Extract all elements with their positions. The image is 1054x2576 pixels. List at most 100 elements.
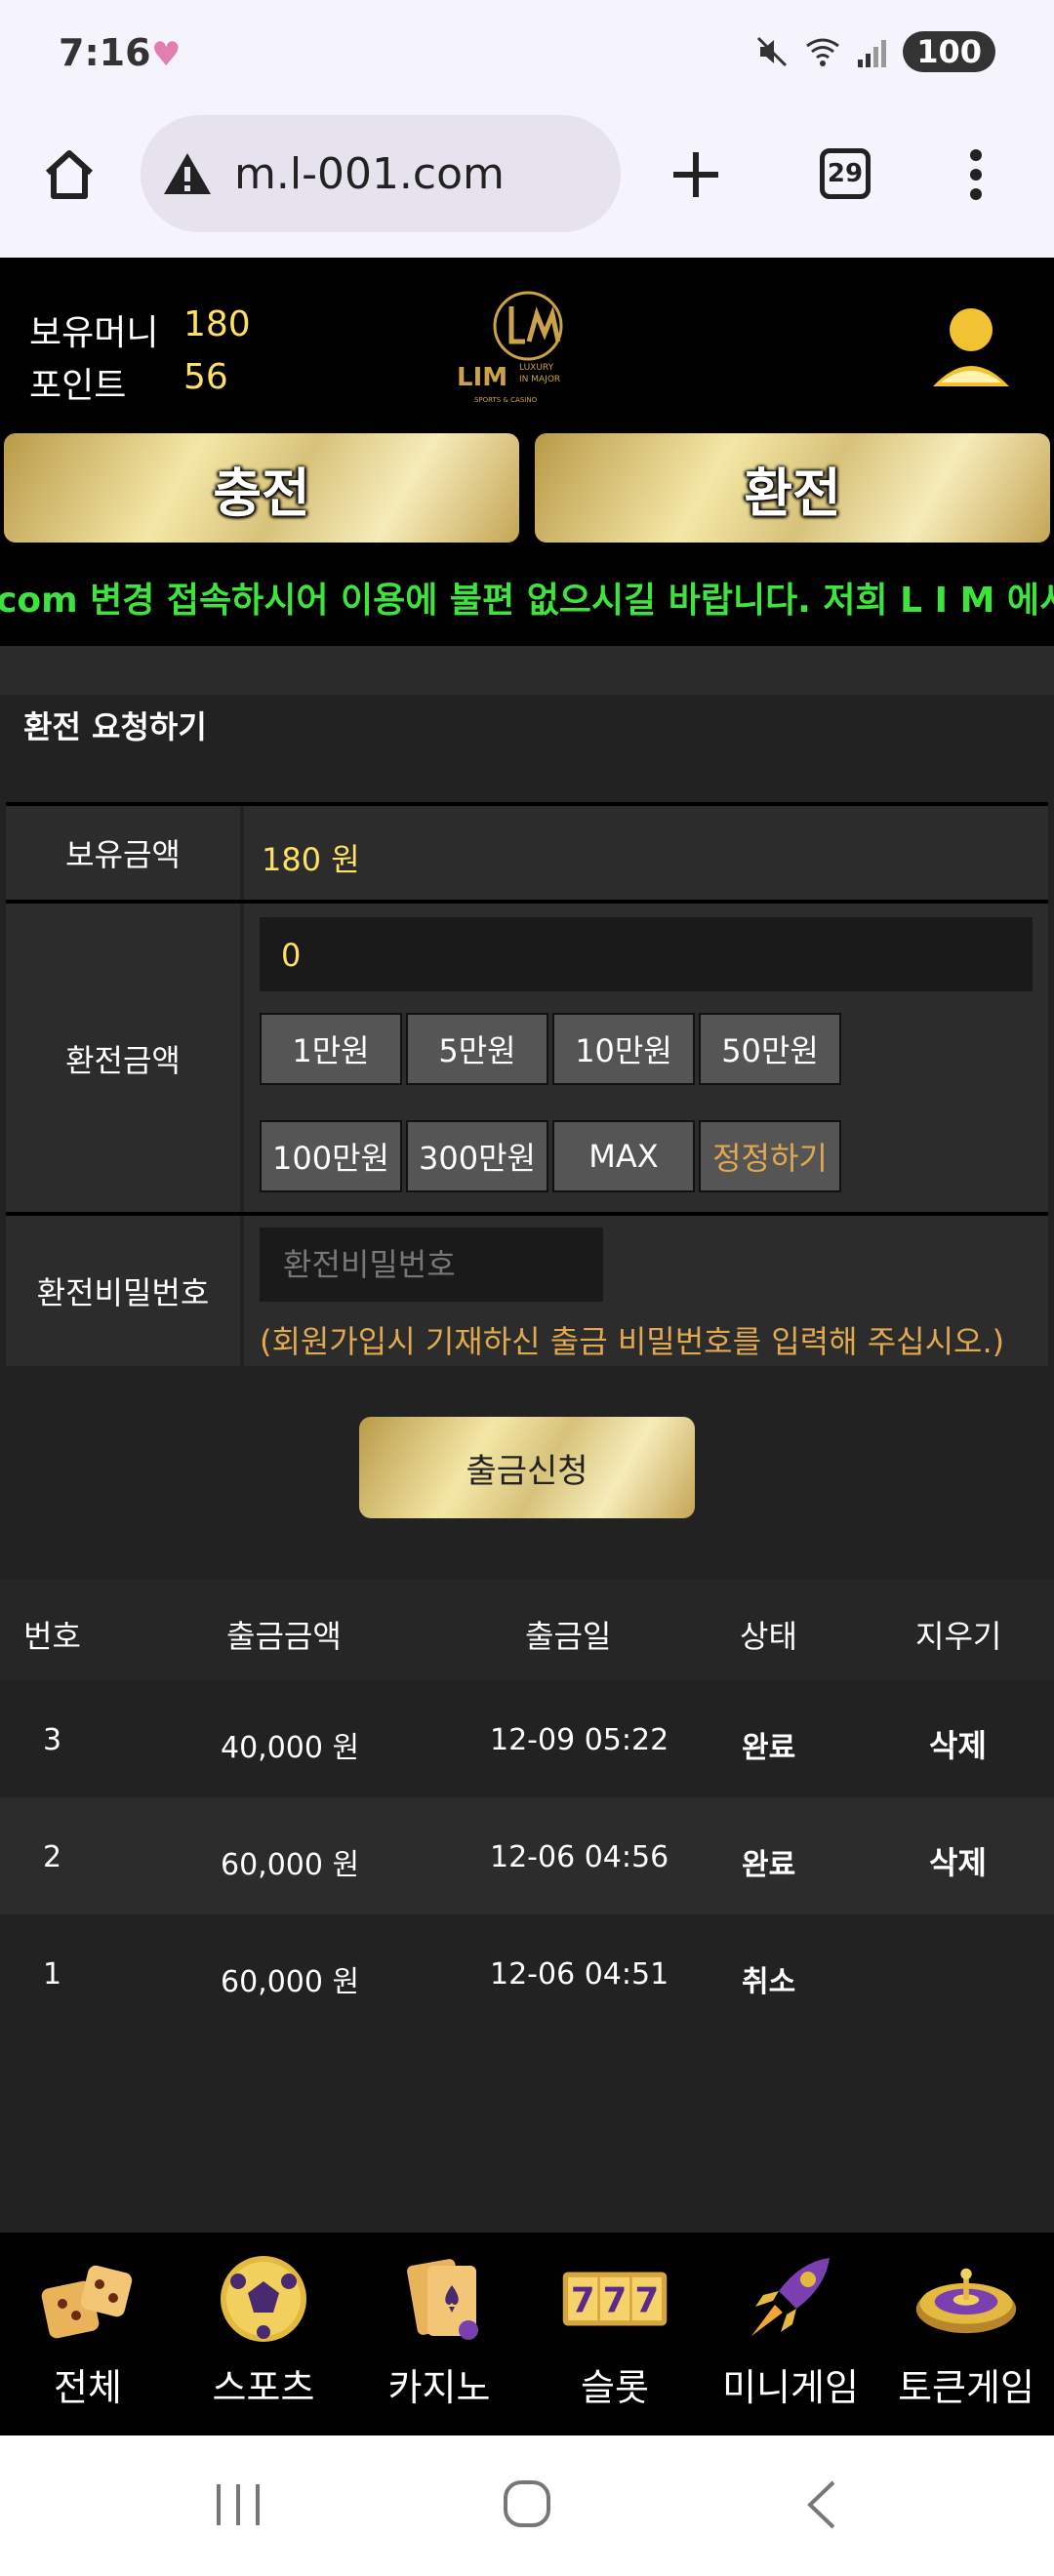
nav-item-all[interactable]: 전체 bbox=[0, 2233, 176, 2435]
table-row: 3 40,000 원 12-09 05:22 완료 삭제 bbox=[0, 1680, 1054, 1797]
withdraw-button[interactable]: 환전 bbox=[535, 433, 1050, 543]
nav-item-minigame[interactable]: 미니게임 bbox=[703, 2233, 878, 2435]
header-date: 출금일 bbox=[525, 1618, 612, 1655]
nav-item-slot[interactable]: 777 슬롯 bbox=[527, 2233, 703, 2435]
deposit-label: 충전 bbox=[213, 462, 310, 524]
delete-button[interactable]: 삭제 bbox=[929, 1838, 987, 1883]
action-bar: 충전 환전 bbox=[0, 429, 1054, 552]
amount-100k-button[interactable]: 10만원 bbox=[552, 1013, 695, 1085]
header-amount: 출금금액 bbox=[226, 1618, 342, 1655]
status-bar: 7:16 ♥ 100 bbox=[0, 0, 1054, 115]
row-date: 12-06 04:51 bbox=[490, 1957, 669, 1992]
row-date: 12-06 04:56 bbox=[490, 1840, 669, 1874]
nav-label-all: 전체 bbox=[54, 2366, 122, 2409]
delete-button[interactable]: 삭제 bbox=[929, 1721, 987, 1766]
rocket-icon bbox=[737, 2250, 844, 2348]
user-icon[interactable] bbox=[927, 302, 1015, 394]
withdraw-label: 환전 bbox=[744, 462, 841, 524]
balance-value: 180 원 bbox=[262, 841, 360, 878]
roulette-icon bbox=[912, 2250, 1020, 2348]
amount-50k-button[interactable]: 5만원 bbox=[406, 1013, 548, 1085]
row-no: 1 bbox=[43, 1957, 62, 1992]
row-status: 완료 bbox=[742, 1731, 796, 1765]
row-no: 2 bbox=[43, 1840, 62, 1874]
row-amount: 60,000 원 bbox=[221, 1965, 360, 1999]
svg-text:7: 7 bbox=[603, 2280, 628, 2320]
warning-icon[interactable] bbox=[162, 150, 213, 197]
amount-max-button[interactable]: MAX bbox=[552, 1120, 695, 1192]
deposit-button[interactable]: 충전 bbox=[4, 433, 519, 543]
battery-indicator: 100 bbox=[903, 31, 995, 72]
divider bbox=[0, 646, 1054, 695]
tab-count[interactable]: 29 bbox=[820, 148, 871, 199]
slot-777-icon: 777 bbox=[561, 2250, 669, 2348]
reset-amount-button[interactable]: 정정하기 bbox=[699, 1120, 841, 1192]
home-icon[interactable] bbox=[37, 142, 101, 207]
row-no: 3 bbox=[43, 1723, 62, 1757]
submit-label: 출금신청 bbox=[466, 1451, 588, 1491]
heart-icon: ♥ bbox=[151, 35, 182, 74]
bottom-nav: 전체 스포츠 카지노 777 슬롯 미니게임 토큰게임 bbox=[0, 2233, 1054, 2435]
password-note: (회원가입시 기재하신 출금 비밀번호를 입력해 주십시오.) bbox=[260, 1323, 1005, 1360]
status-time: 7:16 bbox=[59, 31, 151, 74]
nav-item-token-game[interactable]: 토큰게임 bbox=[878, 2233, 1054, 2435]
withdraw-history-table: 번호 출금금액 출금일 상태 지우기 3 40,000 원 12-09 05:2… bbox=[0, 1579, 1054, 2227]
password-input[interactable] bbox=[260, 1228, 603, 1302]
row-amount: 60,000 원 bbox=[221, 1848, 360, 1882]
nav-label-casino: 카지노 bbox=[387, 2366, 491, 2409]
withdraw-form-section: 환전 요청하기 보유금액 180 원 환전금액 0 1만원 5만원 10만원 5… bbox=[0, 646, 1054, 1573]
browser-toolbar: m.l-001.com 29 bbox=[0, 115, 1054, 258]
money-value: 180 bbox=[183, 304, 251, 344]
recent-apps-icon[interactable] bbox=[209, 2478, 267, 2531]
amount-value[interactable]: 0 bbox=[281, 937, 301, 974]
site-header: 보유머니 180 포인트 56 LIM LUXURY IN MAJOR SPOR… bbox=[0, 258, 1054, 429]
home-nav-icon[interactable] bbox=[500, 2476, 554, 2531]
header-delete: 지우기 bbox=[915, 1618, 1002, 1655]
nav-item-sports[interactable]: 스포츠 bbox=[176, 2233, 351, 2435]
back-icon[interactable] bbox=[802, 2478, 841, 2531]
logo-sub-1: LUXURY bbox=[519, 363, 554, 373]
nav-label-minigame: 미니게임 bbox=[722, 2366, 859, 2409]
address-bar[interactable]: m.l-001.com bbox=[141, 115, 621, 232]
dice-icon bbox=[34, 2250, 142, 2348]
logo-sub-3: SPORTS & CASINO bbox=[474, 396, 538, 404]
points-label: 포인트 bbox=[29, 366, 127, 406]
points-value: 56 bbox=[183, 357, 228, 397]
amount-1m-button[interactable]: 100만원 bbox=[260, 1120, 402, 1192]
nav-label-token-game: 토큰게임 bbox=[898, 2366, 1034, 2409]
menu-icon[interactable] bbox=[956, 142, 995, 207]
nav-label-slot: 슬롯 bbox=[581, 2366, 649, 2409]
logo-text: LIM bbox=[457, 363, 508, 392]
amount-cell: 0 1만원 5만원 10만원 50만원 100만원 300만원 MAX 정정하기 bbox=[244, 904, 1048, 1214]
amount-label: 환전금액 bbox=[6, 904, 240, 1214]
nav-item-casino[interactable]: 카지노 bbox=[351, 2233, 527, 2435]
password-cell: (회원가입시 기재하신 출금 비밀번호를 입력해 주십시오.) bbox=[244, 1216, 1048, 1366]
table-header: 번호 출금금액 출금일 상태 지우기 bbox=[0, 1579, 1054, 1680]
cards-icon bbox=[385, 2250, 493, 2348]
amount-input[interactable]: 0 bbox=[260, 917, 1033, 991]
url-text[interactable]: m.l-001.com bbox=[234, 149, 505, 199]
notice-marquee: com 변경 접속하시어 이용에 불편 없으시길 바랍니다. 저희 L I M … bbox=[0, 552, 1054, 646]
row-status: 완료 bbox=[742, 1848, 796, 1882]
new-tab-icon[interactable] bbox=[664, 142, 728, 207]
mute-icon bbox=[757, 36, 788, 67]
header-status: 상태 bbox=[740, 1618, 797, 1655]
marquee-text: com 변경 접속하시어 이용에 불편 없으시길 바랍니다. 저희 L I M … bbox=[0, 581, 1054, 621]
tab-switcher-button[interactable]: 29 bbox=[816, 144, 874, 203]
submit-withdraw-button[interactable]: 출금신청 bbox=[359, 1417, 695, 1518]
amount-10k-button[interactable]: 1만원 bbox=[260, 1013, 402, 1085]
nav-label-sports: 스포츠 bbox=[212, 2366, 315, 2409]
site-logo[interactable]: LIM LUXURY IN MAJOR SPORTS & CASINO bbox=[455, 277, 601, 414]
svg-text:7: 7 bbox=[571, 2280, 595, 2320]
wifi-icon bbox=[806, 38, 840, 66]
logo-sub-2: IN MAJOR bbox=[519, 375, 561, 384]
row-amount: 40,000 원 bbox=[221, 1731, 360, 1765]
table-row: 1 60,000 원 12-06 04:51 취소 bbox=[0, 1914, 1054, 2032]
amount-500k-button[interactable]: 50만원 bbox=[699, 1013, 841, 1085]
row-date: 12-09 05:22 bbox=[490, 1723, 669, 1757]
password-label: 환전비밀번호 bbox=[6, 1216, 240, 1366]
money-label: 보유머니 bbox=[29, 313, 159, 353]
amount-3m-button[interactable]: 300만원 bbox=[406, 1120, 548, 1192]
signal-icon bbox=[858, 40, 887, 67]
balance-label: 보유금액 bbox=[6, 806, 240, 900]
